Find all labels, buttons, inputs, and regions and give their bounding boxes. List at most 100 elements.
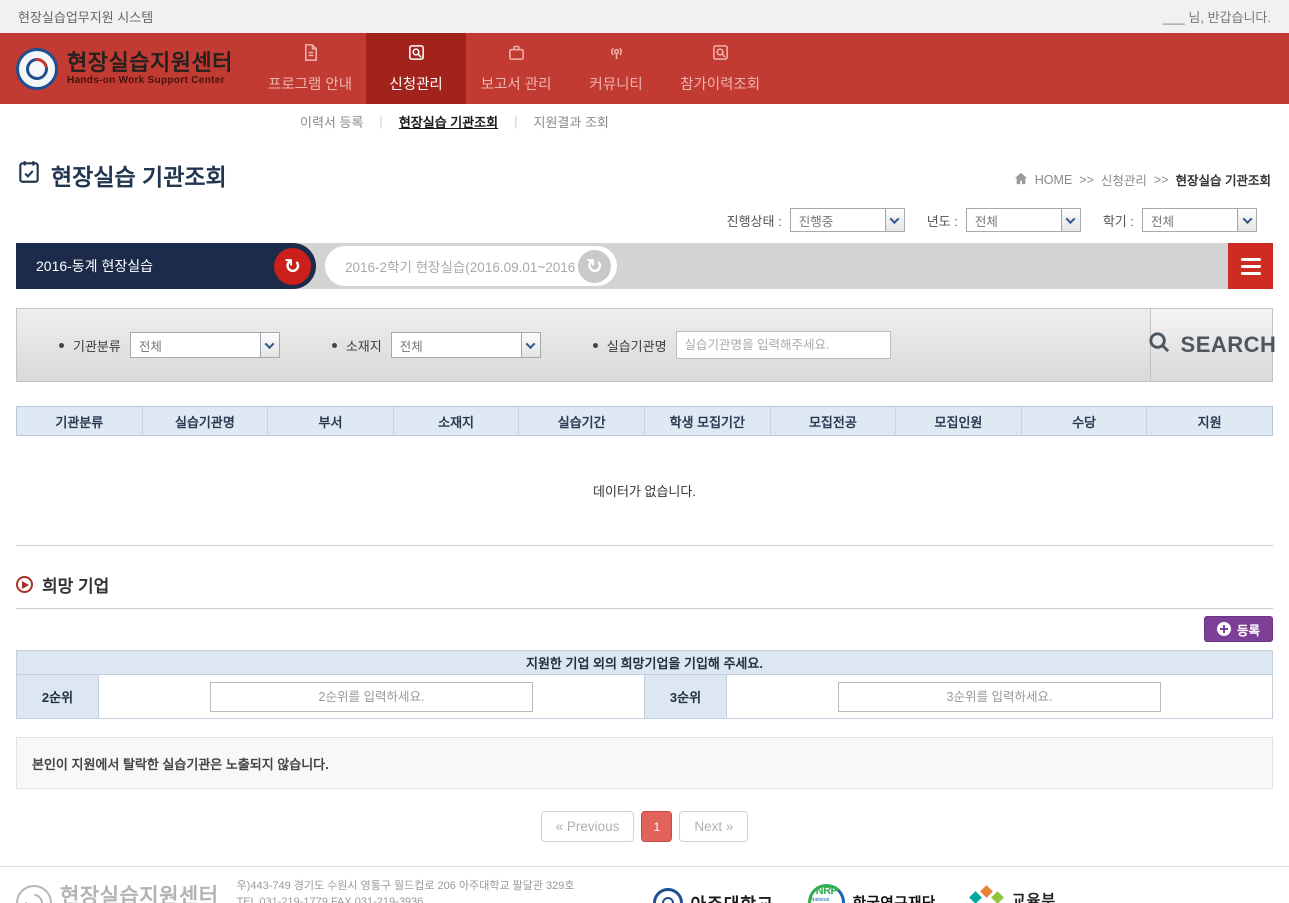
filter-status-select[interactable]: 진행중	[790, 208, 905, 232]
column-header[interactable]: 부서	[268, 407, 394, 435]
page-footer: 현장실습지원센터 Hands-on Work Support Center 우)…	[0, 866, 1289, 903]
category-select[interactable]: 전체	[130, 332, 280, 358]
wish-table-header: 지원한 기업 외의 희망기업을 기입해 주세요.	[17, 651, 1272, 675]
bullet-icon	[332, 343, 337, 348]
home-icon	[1014, 172, 1028, 188]
search-icon	[1147, 330, 1172, 361]
main-navigation: 현장실습지원센터 Hands-on Work Support Center 프로…	[0, 33, 1289, 104]
hamburger-menu-button[interactable]	[1228, 243, 1273, 289]
wish-section-title: 희망 기업	[42, 572, 109, 597]
bullet-icon	[593, 343, 598, 348]
column-header[interactable]: 기관분류	[17, 407, 143, 435]
search-button[interactable]: SEARCH	[1150, 309, 1272, 381]
nav-menu: 프로그램 안내 신청관리 보고서 관리 커뮤니티 참가이력조회	[254, 33, 774, 104]
tab-fall-program[interactable]: 2016-2학기 현장실습(2016.09.01~2016.…	[325, 246, 617, 286]
current-page-button[interactable]: 1	[641, 811, 672, 842]
broadcast-icon	[607, 43, 626, 66]
clipboard-check-icon	[16, 159, 42, 191]
footer-logo: 현장실습지원센터 Hands-on Work Support Center	[16, 885, 219, 903]
table-header-row: 기관분류 실습기관명 부서 소재지 실습기간 학생 모집기간 모집전공 모집인원…	[16, 406, 1273, 436]
moe-pinwheel-icon	[970, 886, 1004, 903]
wish-table-row: 2순위 3순위	[17, 675, 1272, 718]
play-circle-icon	[16, 576, 33, 593]
register-button[interactable]: 등록	[1204, 616, 1273, 642]
next-page-button[interactable]: Next »	[679, 811, 748, 842]
address-line: 우)443-749 경기도 수원시 영통구 월드컵로 206 아주대학교 팔달관…	[237, 878, 575, 895]
partner-logos: 아주대학교 NRF National Research Foundation o…	[653, 884, 1068, 903]
nrf-emblem-icon: NRF National Research Foundation of Kore…	[808, 884, 845, 903]
filter-status-label: 진행상태 :	[727, 211, 782, 230]
subnav-item-application-result[interactable]: 지원결과 조회	[534, 112, 609, 131]
breadcrumb-parent[interactable]: 신청관리	[1101, 170, 1147, 189]
plus-circle-icon	[1217, 622, 1231, 636]
logo-title: 현장실습지원센터	[67, 51, 233, 74]
nrf-logo: NRF National Research Foundation of Kore…	[808, 884, 936, 903]
page-title: 현장실습 기관조회	[16, 158, 227, 192]
breadcrumb: HOME >> 신청관리 >> 현장실습 기관조회	[1014, 170, 1271, 192]
subnav-separator: |	[514, 114, 517, 129]
nav-item-program-guide[interactable]: 프로그램 안내	[254, 33, 366, 104]
chevron-down-icon	[260, 333, 279, 357]
refresh-icon[interactable]	[576, 248, 613, 285]
search-panel: 기관분류 전체 소재지 전체 실습기관명 SEARCH	[16, 308, 1273, 382]
search-field-institution-name: 실습기관명	[593, 331, 891, 359]
subnav-item-institution-search[interactable]: 현장실습 기관조회	[399, 112, 498, 131]
column-header[interactable]: 모집전공	[771, 407, 897, 435]
program-tab-bar: 2016-동계 현장실습 2016-2학기 현장실습(2016.09.01~20…	[16, 243, 1273, 289]
column-header[interactable]: 실습기관명	[143, 407, 269, 435]
previous-page-button[interactable]: « Previous	[541, 811, 635, 842]
search-field-location: 소재지 전체	[332, 332, 541, 358]
tab-winter-program[interactable]: 2016-동계 현장실습	[16, 243, 316, 289]
wish-section-header: 희망 기업	[16, 572, 1273, 609]
column-header[interactable]: 모집인원	[896, 407, 1022, 435]
search-field-category: 기관분류 전체	[59, 332, 280, 358]
search-doc-icon	[407, 43, 426, 66]
column-header[interactable]: 소재지	[394, 407, 520, 435]
rank3-label: 3순위	[645, 675, 727, 718]
rank2-input[interactable]	[210, 682, 533, 712]
breadcrumb-current: 현장실습 기관조회	[1176, 170, 1271, 189]
column-header[interactable]: 실습기간	[519, 407, 645, 435]
nav-item-community[interactable]: 커뮤니티	[566, 33, 666, 104]
institution-results-table: 기관분류 실습기관명 부서 소재지 실습기간 학생 모집기간 모집전공 모집인원…	[16, 406, 1273, 546]
ministry-of-education-logo: 교육부 Ministry of Education	[970, 886, 1068, 903]
breadcrumb-home[interactable]: HOME	[1035, 173, 1073, 187]
chevron-down-icon	[885, 209, 904, 231]
document-icon	[301, 43, 320, 66]
register-row: 등록	[16, 616, 1273, 642]
pagination: « Previous 1 Next »	[0, 811, 1289, 842]
column-header[interactable]: 지원	[1147, 407, 1272, 435]
sub-navigation: 이력서 등록 | 현장실습 기관조회 | 지원결과 조회	[0, 104, 1289, 138]
exclusion-note: 본인이 지원에서 탈락한 실습기관은 노출되지 않습니다.	[16, 737, 1273, 789]
footer-address: 우)443-749 경기도 수원시 영통구 월드컵로 206 아주대학교 팔달관…	[237, 878, 575, 903]
filter-year-label: 년도 :	[927, 211, 958, 230]
ajou-university-logo: 아주대학교	[653, 888, 774, 903]
column-header[interactable]: 학생 모집기간	[645, 407, 771, 435]
nav-item-application-management[interactable]: 신청관리	[366, 33, 466, 104]
chevron-down-icon	[521, 333, 540, 357]
site-logo[interactable]: 현장실습지원센터 Hands-on Work Support Center	[0, 33, 246, 104]
chevron-down-icon	[1237, 209, 1256, 231]
refresh-icon[interactable]	[274, 248, 311, 285]
top-utility-bar: 현장실습업무지원 시스템 ___ 님, 반갑습니다.	[0, 0, 1289, 33]
logo-subtitle: Hands-on Work Support Center	[67, 75, 233, 86]
nav-item-participation-history[interactable]: 참가이력조회	[666, 33, 774, 104]
page-header: 현장실습 기관조회 HOME >> 신청관리 >> 현장실습 기관조회	[16, 158, 1271, 192]
nav-item-report-management[interactable]: 보고서 관리	[466, 33, 566, 104]
briefcase-icon	[507, 43, 526, 66]
bullet-icon	[59, 343, 64, 348]
filter-year-select[interactable]: 전체	[966, 208, 1081, 232]
ajou-emblem-icon	[653, 888, 683, 903]
filter-semester-select[interactable]: 전체	[1142, 208, 1257, 232]
subnav-item-resume[interactable]: 이력서 등록	[300, 112, 363, 131]
chevron-down-icon	[1061, 209, 1080, 231]
footer-emblem-icon	[16, 885, 52, 903]
user-greeting: ___ 님, 반갑습니다.	[1163, 7, 1271, 26]
university-emblem-icon	[16, 48, 58, 90]
rank3-input[interactable]	[838, 682, 1161, 712]
rank2-label: 2순위	[17, 675, 99, 718]
tel-fax-line: TEL 031-219-1779 FAX 031-219-3936	[237, 894, 575, 903]
location-select[interactable]: 전체	[391, 332, 541, 358]
column-header[interactable]: 수당	[1022, 407, 1148, 435]
institution-name-input[interactable]	[676, 331, 891, 359]
